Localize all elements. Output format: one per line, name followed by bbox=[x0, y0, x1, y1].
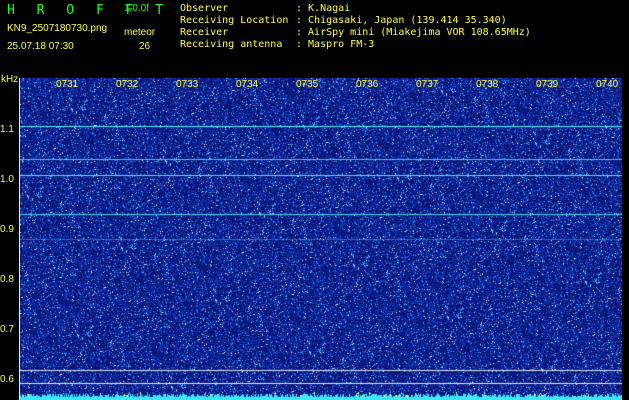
info-value-receiver: : AirSpy mini (Miakejima VOR 108.65MHz) bbox=[296, 27, 531, 38]
y-tick-label: 0.7 bbox=[0, 324, 14, 335]
detection-count: 26 bbox=[139, 41, 151, 52]
info-label-antenna: Receiving antenna bbox=[180, 39, 283, 50]
capture-datetime: 25.07.18 07:30 bbox=[7, 41, 74, 52]
time-tick-label: 0731 bbox=[56, 79, 79, 90]
time-tick-label: 0736 bbox=[356, 79, 379, 90]
time-tick-label: 0734 bbox=[236, 79, 259, 90]
y-axis-unit: kHz bbox=[1, 74, 19, 85]
spectrogram-window: { "app": {"name": "H R O F F T", "versio… bbox=[0, 0, 629, 400]
time-tick-label: 0735 bbox=[296, 79, 319, 90]
time-tick-label: 0740 bbox=[596, 79, 619, 90]
y-axis-line bbox=[19, 78, 20, 400]
spectrogram-canvas bbox=[20, 78, 622, 400]
spectrogram-plot[interactable] bbox=[20, 78, 622, 400]
info-value-observer: : K.Nagai bbox=[296, 3, 351, 14]
info-value-antenna: : Maspro FM-3 bbox=[296, 39, 375, 50]
y-tick-label: 0.6 bbox=[0, 374, 14, 385]
file-name: KN9_2507180730.png bbox=[7, 23, 108, 34]
time-tick-label: 0739 bbox=[536, 79, 559, 90]
time-tick-label: 0732 bbox=[116, 79, 139, 90]
time-tick-label: 0737 bbox=[416, 79, 439, 90]
capture-mode: meteor bbox=[124, 27, 156, 38]
info-label-receiver: Receiver bbox=[180, 27, 229, 38]
y-tick-label: 1.0 bbox=[0, 174, 14, 185]
app-version: 1.0.0f bbox=[124, 3, 150, 14]
y-tick-label: 1.1 bbox=[0, 124, 14, 135]
time-tick-label: 0738 bbox=[476, 79, 499, 90]
y-tick-label: 0.8 bbox=[0, 274, 14, 285]
info-label-location: Receiving Location bbox=[180, 15, 289, 26]
y-tick-label: 0.9 bbox=[0, 224, 14, 235]
time-tick-label: 0733 bbox=[176, 79, 199, 90]
info-label-observer: Observer bbox=[180, 3, 229, 14]
info-value-location: : Chigasaki, Japan (139.414 35.340) bbox=[296, 15, 507, 26]
